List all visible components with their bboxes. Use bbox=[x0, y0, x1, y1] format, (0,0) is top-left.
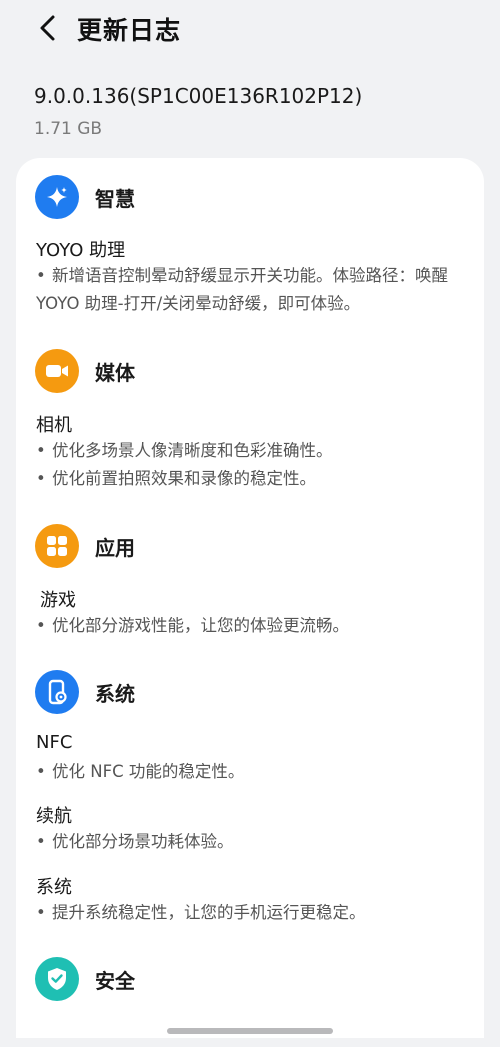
section-title: 智慧 bbox=[95, 186, 135, 211]
header-bar: 更新日志 bbox=[0, 0, 500, 58]
change-item: • 优化 NFC 功能的稳定性。 bbox=[36, 762, 245, 781]
page-title: 更新日志 bbox=[77, 16, 182, 45]
section-title: 媒体 bbox=[95, 360, 135, 385]
home-indicator[interactable] bbox=[167, 1028, 333, 1034]
section-header-apps: 应用 bbox=[35, 523, 135, 569]
change-item: • 新增语音控制晕动舒缓显示开关功能。体验路径：唤醒 YOYO 助理-打开/关闭晕… bbox=[36, 266, 448, 313]
version-number: 9.0.0.136(SP1C00E136R102P12) bbox=[34, 84, 363, 108]
section-header-smart: 智慧 bbox=[35, 174, 135, 220]
sparkle-icon bbox=[35, 175, 79, 219]
phone-settings-icon bbox=[35, 670, 79, 714]
section-title: 应用 bbox=[95, 535, 135, 560]
change-item: • 优化部分游戏性能，让您的体验更流畅。 bbox=[36, 616, 349, 635]
back-button[interactable] bbox=[30, 10, 66, 46]
section-title: 系统 bbox=[95, 681, 135, 706]
feature-title: 系统 bbox=[36, 877, 72, 898]
chevron-left-icon bbox=[40, 15, 55, 41]
section-header-security: 安全 bbox=[35, 956, 135, 1002]
video-camera-icon bbox=[35, 349, 79, 393]
section-header-media: 媒体 bbox=[35, 348, 135, 394]
section-header-system: 系统 bbox=[35, 669, 135, 715]
change-item: • 优化多场景人像清晰度和色彩准确性。 bbox=[36, 441, 333, 460]
feature-title: 相机 bbox=[36, 415, 72, 436]
shield-check-icon bbox=[35, 957, 79, 1001]
section-title: 安全 bbox=[95, 968, 135, 993]
changelog-card: 智慧 YOYO 助理 • 新增语音控制晕动舒缓显示开关功能。体验路径：唤醒 YOY… bbox=[16, 158, 484, 1038]
package-size: 1.71 GB bbox=[34, 119, 103, 139]
feature-title: YOYO 助理 bbox=[36, 240, 126, 261]
change-item: • 优化部分场景功耗体验。 bbox=[36, 832, 234, 851]
feature-title: NFC bbox=[36, 732, 73, 753]
change-item: • 优化前置拍照效果和录像的稳定性。 bbox=[36, 469, 316, 488]
app-grid-icon bbox=[35, 524, 79, 568]
feature-title: 游戏 bbox=[40, 590, 76, 611]
change-item: • 提升系统稳定性，让您的手机运行更稳定。 bbox=[36, 903, 366, 922]
feature-title: 续航 bbox=[36, 806, 72, 827]
